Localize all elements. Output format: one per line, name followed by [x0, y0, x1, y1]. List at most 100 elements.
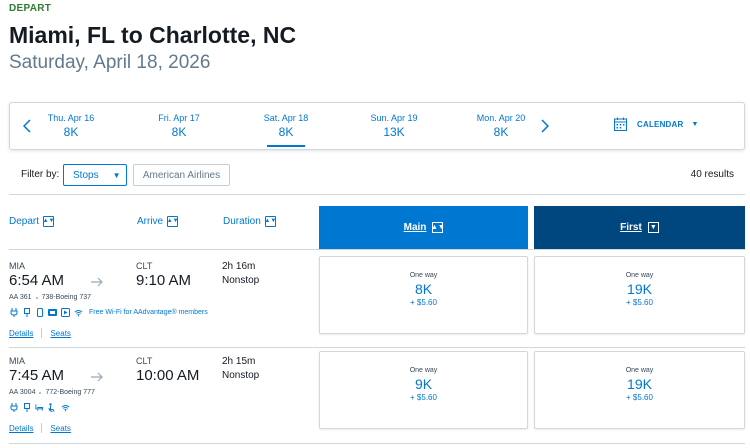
divider — [9, 249, 745, 250]
details-link[interactable]: Details — [9, 424, 33, 433]
depart-tag: DEPART — [9, 3, 52, 14]
cabin-header-first[interactable]: First ▼ — [534, 206, 745, 249]
power-outlet-icon — [9, 403, 18, 412]
cabin-header-main[interactable]: Main ▲▼ — [319, 206, 528, 249]
flight-links: Details Seats — [9, 423, 71, 433]
sort-icon: ▲▼ — [264, 216, 276, 227]
route-title: Miami, FL to Charlotte, NC — [9, 22, 297, 48]
column-header-duration: Duration — [223, 216, 261, 227]
link-separator — [41, 423, 43, 433]
link-separator — [41, 328, 43, 338]
flight-row: MIA 7:45 AM CLT 10:00 AM 2h 15m Nonstop … — [9, 351, 745, 436]
duration: 2h 15m — [222, 356, 256, 367]
fare-type: One way — [409, 367, 438, 374]
column-header-depart: Depart — [9, 216, 40, 227]
column-header-arrive: Arrive — [137, 216, 164, 227]
calendar-label: CALENDAR — [637, 119, 684, 129]
flight-number: AA 361 — [9, 294, 32, 301]
date-item-price: 8K — [278, 125, 294, 139]
date-strip: Thu. Apr 16 8K Fri. Apr 17 8K Sat. Apr 1… — [9, 102, 745, 150]
amenities: Free Wi-Fi for AAdvantage® members — [9, 308, 208, 317]
fare-tax: + $5.60 — [626, 298, 653, 307]
airline-filter-button[interactable]: American Airlines — [133, 164, 230, 186]
flight-number: AA 3004 — [9, 389, 36, 396]
sort-depart-button[interactable]: Depart ▲▼ — [9, 216, 54, 227]
sort-arrive-button[interactable]: Arrive ▲▼ — [137, 216, 179, 227]
fare-tax: + $5.60 — [410, 393, 437, 402]
fare-first[interactable]: One way 19K + $5.60 — [534, 256, 745, 334]
wifi-text: Free Wi-Fi for AAdvantage® members — [89, 309, 208, 316]
date-item-sat[interactable]: Sat. Apr 18 8K — [246, 113, 326, 147]
date-item-label: Thu. Apr 16 — [47, 113, 95, 123]
seats-link[interactable]: Seats — [50, 424, 70, 433]
fare-tax: + $5.60 — [410, 298, 437, 307]
amenities — [9, 403, 70, 412]
departure-time: 7:45 AM — [9, 367, 65, 384]
stops: Nonstop — [222, 275, 260, 286]
date-item-price: 8K — [493, 125, 509, 139]
fare-type: One way — [625, 272, 654, 279]
flight-links: Details Seats — [9, 328, 71, 338]
details-link[interactable]: Details — [9, 329, 33, 338]
departure-time: 6:54 AM — [9, 272, 65, 289]
fare-points: 19K — [627, 376, 652, 392]
date-item-label: Sat. Apr 18 — [263, 113, 309, 123]
fare-type: One way — [409, 272, 438, 279]
arrow-right-icon — [91, 274, 104, 292]
arrival-time: 9:10 AM — [136, 272, 192, 289]
aircraft-info: AA 3004 772-Boeing 777 — [9, 389, 95, 396]
lie-flat-seat-icon — [35, 403, 44, 412]
airline-filter-label: American Airlines — [142, 169, 221, 181]
duration: 2h 16m — [222, 261, 256, 272]
selected-date-indicator — [267, 145, 305, 147]
flight-row: MIA 6:54 AM CLT 9:10 AM 2h 16m Nonstop A… — [9, 256, 745, 341]
sort-icon: ▲▼ — [167, 216, 179, 227]
fare-tax: + $5.60 — [626, 393, 653, 402]
wifi-badge-icon — [48, 308, 57, 317]
origin-code: MIA — [9, 261, 26, 271]
divider — [9, 194, 745, 195]
sort-duration-button[interactable]: Duration ▲▼ — [223, 216, 276, 227]
arrival-time: 10:00 AM — [136, 367, 200, 384]
fare-type: One way — [625, 367, 654, 374]
seats-link[interactable]: Seats — [50, 329, 70, 338]
filter-label: Filter by: — [21, 169, 60, 180]
calendar-icon — [614, 117, 627, 131]
usb-icon — [22, 308, 31, 317]
next-date-button[interactable] — [538, 115, 552, 137]
aircraft-type: 772-Boeing 777 — [45, 389, 95, 396]
wifi-icon — [61, 403, 70, 412]
fare-points: 19K — [627, 281, 652, 297]
route-date: Saturday, April 18, 2026 — [9, 52, 211, 73]
separator-dot — [39, 391, 42, 394]
stops: Nonstop — [222, 370, 260, 381]
divider — [9, 347, 745, 348]
date-item-label: Fri. Apr 17 — [158, 113, 200, 123]
cabin-label-first: First — [620, 222, 642, 233]
date-item-fri[interactable]: Fri. Apr 17 8K — [139, 113, 219, 139]
fare-first[interactable]: One way 19K + $5.60 — [534, 351, 745, 429]
date-item-thu[interactable]: Thu. Apr 16 8K — [31, 113, 111, 139]
destination-code: CLT — [136, 356, 153, 366]
fare-main[interactable]: One way 8K + $5.60 — [319, 256, 528, 334]
fare-points: 9K — [414, 376, 433, 392]
destination-code: CLT — [136, 261, 153, 271]
caret-down-icon: ▼ — [691, 120, 699, 128]
meal-icon — [48, 403, 57, 412]
chevron-right-icon — [541, 119, 549, 133]
power-outlet-icon — [9, 308, 18, 317]
fare-main[interactable]: One way 9K + $5.60 — [319, 351, 528, 429]
results-count: 40 results — [690, 169, 734, 180]
origin-code: MIA — [9, 356, 26, 366]
date-item-mon[interactable]: Mon. Apr 20 8K — [461, 113, 541, 139]
fare-points: 8K — [414, 281, 433, 297]
usb-icon — [22, 403, 31, 412]
caret-down-icon: ▼ — [112, 170, 121, 180]
aircraft-info: AA 361 738-Boeing 737 — [9, 294, 91, 301]
stops-filter-label: Stops — [73, 169, 99, 181]
arrow-right-icon — [91, 369, 104, 387]
date-item-sun[interactable]: Sun. Apr 19 13K — [354, 113, 434, 139]
chevron-left-icon — [23, 119, 31, 133]
stops-filter-button[interactable]: Stops ▼ — [63, 164, 127, 186]
calendar-button[interactable]: CALENDAR ▼ — [614, 117, 698, 131]
